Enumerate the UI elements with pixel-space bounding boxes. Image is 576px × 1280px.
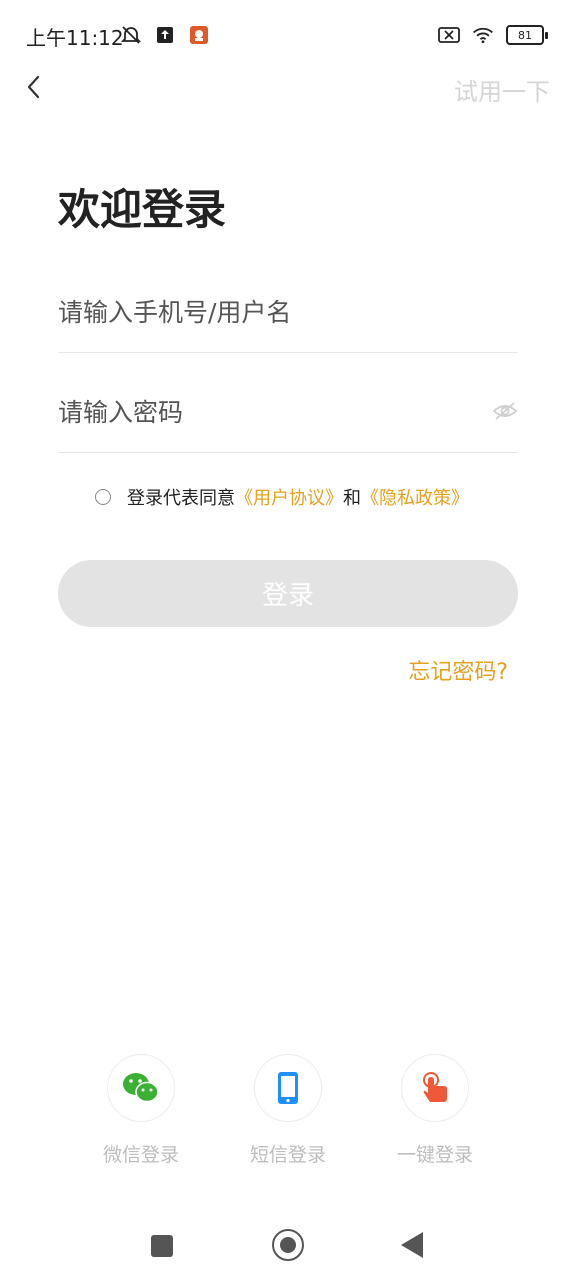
wechat-login-label: 微信登录 bbox=[102, 1144, 179, 1166]
password-field bbox=[58, 382, 518, 453]
eye-hidden-icon[interactable] bbox=[492, 400, 518, 422]
phone-input[interactable] bbox=[58, 282, 518, 342]
app-notification-icon bbox=[188, 24, 210, 46]
privacy-policy-link[interactable]: 《隐私政策》 bbox=[361, 484, 469, 510]
forgot-password-link[interactable]: 忘记密码? bbox=[408, 654, 508, 686]
login-button[interactable]: 登录 bbox=[58, 560, 518, 627]
agreement-row: 登录代表同意 《用户协议》 和 《隐私政策》 bbox=[95, 484, 469, 510]
home-button[interactable] bbox=[272, 1229, 304, 1261]
one-tap-login-button[interactable] bbox=[401, 1054, 469, 1122]
battery-indicator: 81 bbox=[506, 25, 548, 45]
status-icons-right: 81 bbox=[438, 24, 548, 46]
one-tap-login-label: 一键登录 bbox=[396, 1144, 473, 1166]
phone-field bbox=[58, 282, 518, 353]
wechat-login-button[interactable] bbox=[107, 1054, 175, 1122]
home-dot bbox=[280, 1237, 296, 1253]
recents-button[interactable] bbox=[151, 1235, 173, 1257]
status-time: 上午11:12 bbox=[26, 26, 124, 50]
status-icons-left bbox=[120, 24, 210, 46]
agreement-prefix: 登录代表同意 bbox=[127, 488, 235, 509]
battery-level: 81 bbox=[506, 25, 544, 45]
user-agreement-link[interactable]: 《用户协议》 bbox=[235, 484, 343, 510]
one-tap-login-option[interactable]: 一键登录 bbox=[375, 1054, 495, 1167]
sms-login-label: 短信登录 bbox=[249, 1144, 326, 1166]
upload-icon bbox=[154, 24, 176, 46]
no-sim-icon bbox=[438, 24, 460, 46]
try-button[interactable]: 试用一下 bbox=[454, 72, 550, 107]
agreement-and: 和 bbox=[343, 488, 361, 509]
wechat-icon bbox=[123, 1073, 159, 1103]
phone-icon bbox=[278, 1072, 298, 1104]
battery-tip bbox=[545, 31, 548, 39]
tap-icon bbox=[423, 1072, 447, 1102]
back-button[interactable] bbox=[22, 72, 48, 102]
wechat-login-option[interactable]: 微信登录 bbox=[81, 1054, 201, 1167]
page-title: 欢迎登录 bbox=[58, 185, 227, 234]
bell-muted-icon bbox=[120, 24, 142, 46]
wifi-icon bbox=[472, 24, 494, 46]
chevron-left-icon bbox=[27, 75, 40, 99]
agreement-checkbox[interactable] bbox=[95, 489, 111, 505]
sms-login-option[interactable]: 短信登录 bbox=[228, 1054, 348, 1167]
sms-login-button[interactable] bbox=[254, 1054, 322, 1122]
password-input[interactable] bbox=[58, 382, 518, 442]
system-back-button[interactable] bbox=[401, 1232, 423, 1258]
